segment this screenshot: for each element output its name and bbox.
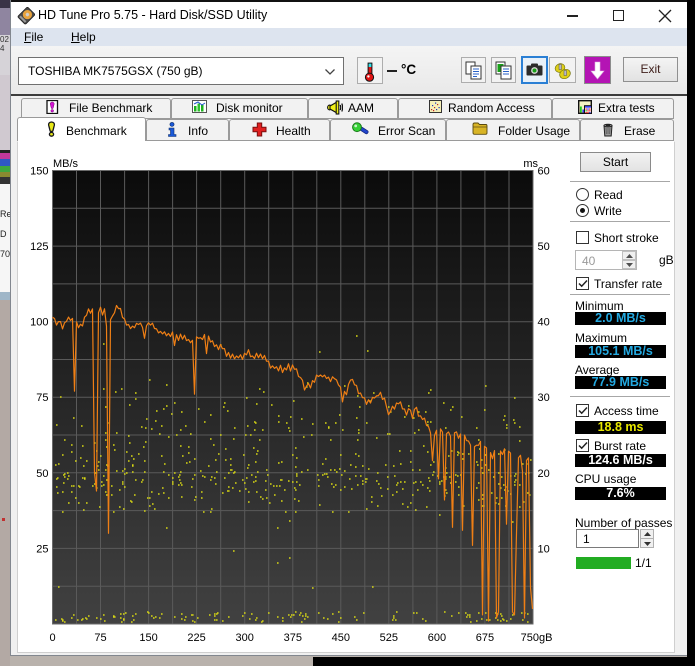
- svg-text:25: 25: [36, 543, 48, 555]
- svg-text:750gB: 750gB: [521, 632, 553, 644]
- svg-text:225: 225: [187, 632, 205, 644]
- svg-text:MB/s: MB/s: [53, 158, 79, 170]
- svg-text:60: 60: [538, 166, 550, 178]
- svg-text:ms: ms: [523, 158, 538, 170]
- svg-text:675: 675: [476, 632, 494, 644]
- svg-text:300: 300: [236, 632, 254, 644]
- svg-text:525: 525: [380, 632, 398, 644]
- svg-text:20: 20: [538, 468, 550, 480]
- svg-text:0: 0: [49, 632, 55, 644]
- svg-text:50: 50: [538, 241, 550, 253]
- svg-text:150: 150: [30, 166, 48, 178]
- svg-text:150: 150: [139, 632, 157, 644]
- svg-text:10: 10: [538, 543, 550, 555]
- svg-text:450: 450: [332, 632, 350, 644]
- svg-text:75: 75: [36, 392, 48, 404]
- svg-text:30: 30: [538, 392, 550, 404]
- svg-text:75: 75: [94, 632, 106, 644]
- svg-text:40: 40: [538, 317, 550, 329]
- svg-text:600: 600: [428, 632, 446, 644]
- svg-text:50: 50: [36, 468, 48, 480]
- svg-text:125: 125: [30, 241, 48, 253]
- svg-text:375: 375: [284, 632, 302, 644]
- svg-text:100: 100: [30, 317, 48, 329]
